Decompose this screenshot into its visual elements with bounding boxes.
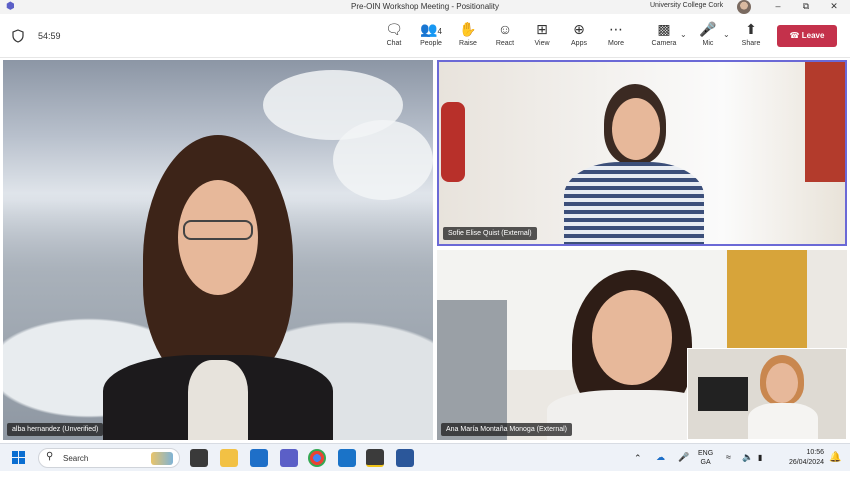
maximize-button[interactable]: ⧉ [792, 0, 820, 14]
people-count: 4 [437, 27, 442, 36]
self-video [748, 355, 818, 439]
windows-start-icon[interactable] [12, 451, 26, 465]
participant-name-main: alba hernandez (Unverified) [7, 423, 104, 436]
people-button[interactable]: 👥4 People [413, 20, 449, 56]
close-window-button[interactable]: ✕ [820, 0, 848, 14]
view-label: View [534, 40, 550, 47]
leave-label: Leave [801, 31, 825, 40]
language-code: ENG [698, 450, 714, 457]
volume-icon[interactable]: 🔈 [742, 452, 753, 480]
search-icon: ⚲ [46, 451, 54, 462]
shield-icon [12, 29, 24, 43]
camera-icon: ▩ [657, 21, 671, 37]
wall-monitor [698, 377, 748, 411]
mic-button[interactable]: 🎤 Mic [690, 20, 726, 56]
view-button[interactable]: ⊞ View [524, 20, 560, 56]
system-clock[interactable]: 10:56 26/04/2024 [778, 448, 824, 468]
chat-button[interactable]: 🗨 Chat [376, 20, 412, 56]
plus-icon: ⊕ [573, 21, 585, 37]
chat-label: Chat [386, 40, 402, 47]
search-highlight-image [151, 452, 173, 465]
hand-icon: ✋ [459, 21, 477, 37]
share-button[interactable]: ⬆ Share [733, 20, 769, 56]
room-cabinet [437, 300, 507, 440]
participant-body [748, 403, 818, 439]
apps-button[interactable]: ⊕ Apps [561, 20, 597, 56]
video-tile-sofie[interactable]: Sofie Elise Quist (External) [437, 60, 847, 246]
mic-label: Mic [702, 40, 714, 47]
participant-video [103, 135, 333, 440]
participant-face [766, 363, 798, 403]
mic-options-chevron-icon[interactable]: ⌄ [723, 30, 730, 39]
chat-icon: 🗨 [385, 21, 403, 37]
microphone-tray-icon[interactable]: 🎤 [678, 452, 689, 480]
camera-button[interactable]: ▩ Camera [646, 20, 682, 56]
battery-icon[interactable]: ▮ [758, 453, 762, 481]
leave-button[interactable]: ☎ Leave [777, 25, 837, 47]
more-label: More [608, 40, 624, 47]
outlook-icon[interactable] [250, 449, 268, 467]
keyboard-layout: GA [700, 459, 711, 466]
self-view-tile[interactable] [687, 348, 847, 440]
account-avatar[interactable] [737, 0, 751, 14]
hanging-coat [441, 102, 465, 182]
microphone-icon: 🎤 [699, 21, 717, 37]
taskbar-search[interactable]: ⚲ Search [38, 448, 180, 468]
participant-face [592, 290, 672, 385]
phone-hangup-icon: ☎ [789, 31, 800, 40]
background-cloud [333, 120, 433, 200]
room-curtain [805, 62, 845, 182]
windows-taskbar: ⚲ Search ⌃ ☁ 🎤 ENG GA ≈ 🔈 ▮ 10:56 26/04/… [0, 443, 850, 471]
minimize-button[interactable]: – [764, 0, 792, 14]
clock-date: 26/04/2024 [788, 459, 824, 466]
participant-shirt [188, 360, 248, 440]
word-icon[interactable] [396, 449, 414, 467]
video-stage: alba hernandez (Unverified) Sofie Elise … [0, 58, 850, 442]
title-bar: ⬢ Pre-OIN Workshop Meeting - Positionali… [0, 0, 850, 14]
room-door [727, 250, 807, 350]
notification-bell-icon[interactable]: 🔔 [829, 452, 841, 463]
sticky-notes-icon[interactable] [366, 449, 384, 467]
wifi-icon[interactable]: ≈ [726, 452, 731, 480]
meeting-timer: 54:59 [38, 31, 61, 41]
people-label: People [420, 40, 442, 47]
participant-name-sofie: Sofie Elise Quist (External) [443, 227, 537, 240]
chrome-icon[interactable] [308, 449, 326, 467]
react-button[interactable]: ☺ React [487, 20, 523, 56]
participant-body [564, 162, 704, 244]
camera-options-chevron-icon[interactable]: ⌄ [680, 30, 687, 39]
remote-desktop-icon[interactable] [338, 449, 356, 467]
clock-time: 10:56 [806, 449, 824, 456]
more-dots-icon: ⋯ [609, 21, 623, 37]
language-indicator[interactable]: ENG GA [698, 449, 713, 477]
raise-hand-button[interactable]: ✋ Raise [450, 20, 486, 56]
task-view-icon[interactable] [190, 449, 208, 467]
organization-label[interactable]: University College Cork [650, 2, 723, 9]
camera-label: Camera [651, 40, 677, 47]
video-tile-main[interactable]: alba hernandez (Unverified) [3, 60, 433, 440]
glasses-icon [183, 220, 253, 240]
share-screen-icon: ⬆ [745, 21, 757, 37]
grid-view-icon: ⊞ [536, 21, 548, 37]
more-button[interactable]: ⋯ More [598, 20, 634, 56]
react-label: React [495, 40, 515, 47]
onedrive-icon[interactable]: ☁ [656, 452, 665, 480]
people-icon: 👥4 [420, 21, 442, 37]
share-label: Share [741, 40, 761, 47]
participant-face [612, 98, 660, 160]
apps-label: Apps [571, 40, 587, 47]
search-placeholder: Search [63, 454, 89, 463]
participant-name-ana: Ana María Montaña Monoga (External) [441, 423, 573, 436]
teams-taskbar-icon[interactable] [280, 449, 298, 467]
smiley-icon: ☺ [497, 21, 513, 37]
participant-video [554, 80, 714, 244]
meeting-toolbar: 54:59 🗨 Chat 👥4 People ✋ Raise ☺ React ⊞… [0, 14, 850, 58]
raise-label: Raise [459, 40, 477, 47]
file-explorer-icon[interactable] [220, 449, 238, 467]
tray-overflow-chevron-icon[interactable]: ⌃ [634, 453, 642, 481]
